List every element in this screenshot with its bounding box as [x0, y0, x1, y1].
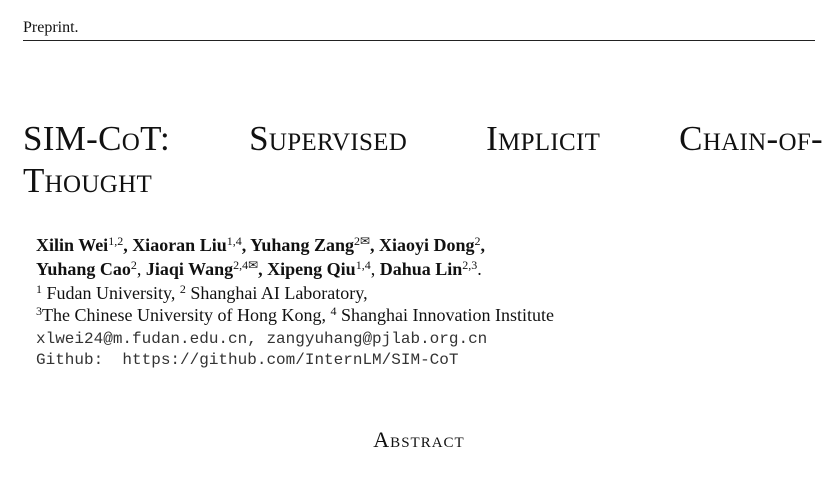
header-rule [23, 40, 815, 41]
author-name: Xilin Wei [36, 235, 109, 255]
author-name: Xipeng Qiu [267, 259, 356, 279]
author-name: Yuhang Zang [250, 235, 354, 255]
author-name: Dahua Lin [379, 259, 463, 279]
title-part-simcot: SIM-CoT: [23, 119, 171, 158]
author-affil-sup: 1,2 [108, 234, 124, 248]
title-word-chain-of: Chain-of- [679, 119, 823, 158]
author-name: Yuhang Cao [36, 259, 131, 279]
author-name: Xiaoyi Dong [379, 235, 475, 255]
email-line[interactable]: xlwei24@m.fudan.edu.cn, zangyuhang@pjlab… [36, 328, 796, 350]
title-word-supervised: Supervised [249, 119, 408, 158]
author-affil-sup: 2,4✉ [233, 258, 259, 272]
paper-title: SIM-CoT: Supervised Implicit Chain-of- T… [23, 118, 823, 202]
author-name: Jiaqi Wang [145, 259, 234, 279]
title-word-implicit: Implicit [486, 119, 601, 158]
abstract-heading: Abstract [373, 427, 465, 452]
author-affil-sup: 2✉ [353, 234, 371, 248]
author-name: Xiaoran Liu [132, 235, 227, 255]
author-affil-sup: 1,4 [355, 258, 371, 272]
github-link[interactable]: Github: https://github.com/InternLM/SIM-… [36, 349, 796, 371]
author-affil-sup: 2,3 [462, 258, 478, 272]
title-word-thought: Thought [23, 161, 153, 200]
preprint-header: Preprint. [23, 19, 79, 36]
author-list: Xilin Wei1,2, Xiaoran Liu1,4, Yuhang Zan… [36, 234, 486, 279]
affiliation-line-1: 1 Fudan University, 2 Shanghai AI Labora… [36, 282, 368, 303]
affiliation-line-2: 3The Chinese University of Hong Kong, 4 … [36, 304, 554, 325]
author-affil-sup: 1,4 [226, 234, 242, 248]
